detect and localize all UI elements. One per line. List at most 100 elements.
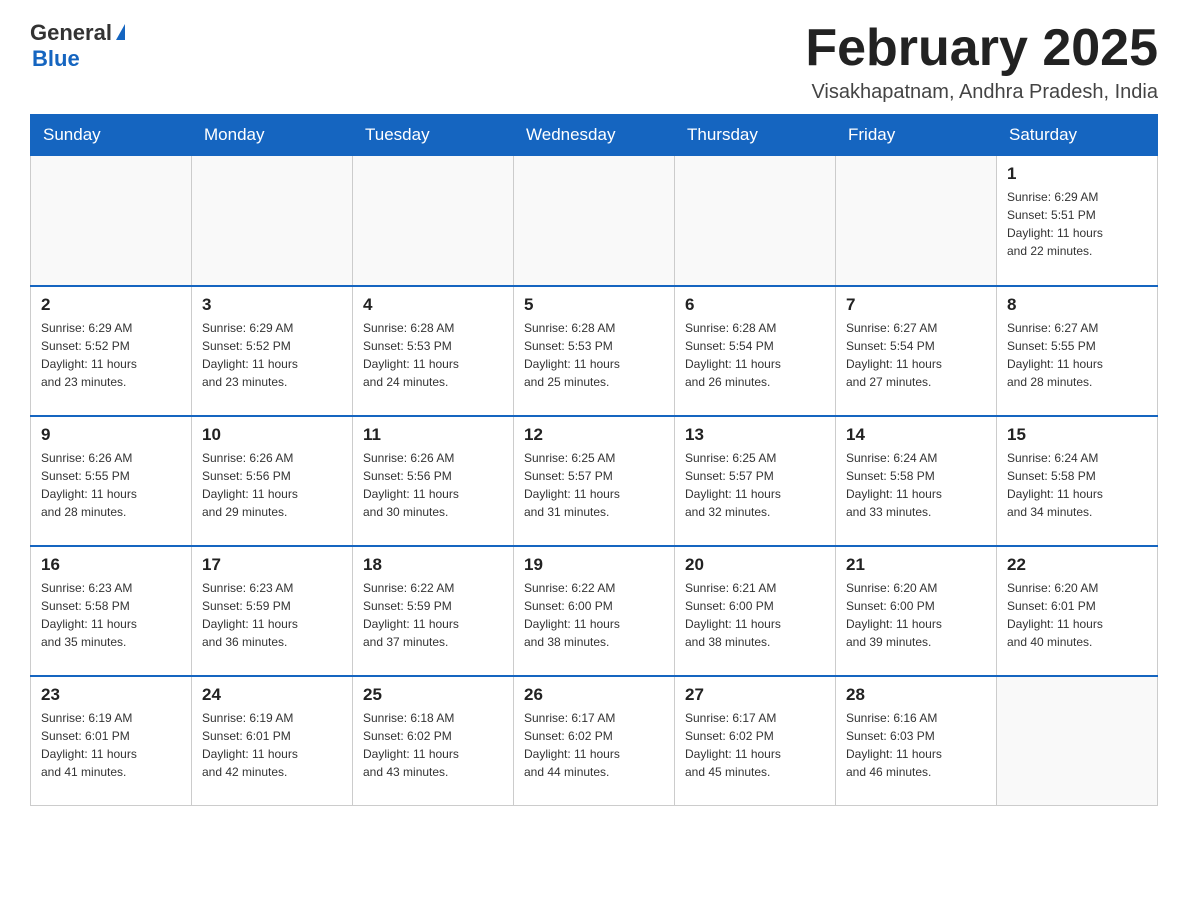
table-row (353, 156, 514, 286)
day-number: 13 (685, 425, 825, 445)
table-row: 26 Sunrise: 6:17 AM Sunset: 6:02 PM Dayli… (514, 676, 675, 806)
header-tuesday: Tuesday (353, 115, 514, 156)
day-number: 14 (846, 425, 986, 445)
table-row (997, 676, 1158, 806)
table-row: 24 Sunrise: 6:19 AM Sunset: 6:01 PM Dayli… (192, 676, 353, 806)
weekday-header-row: Sunday Monday Tuesday Wednesday Thursday… (31, 115, 1158, 156)
calendar-table: Sunday Monday Tuesday Wednesday Thursday… (30, 114, 1158, 806)
table-row: 4 Sunrise: 6:28 AM Sunset: 5:53 PM Daylig… (353, 286, 514, 416)
day-info: Sunrise: 6:29 AM Sunset: 5:51 PM Dayligh… (1007, 188, 1147, 260)
table-row: 6 Sunrise: 6:28 AM Sunset: 5:54 PM Daylig… (675, 286, 836, 416)
day-number: 11 (363, 425, 503, 445)
day-info: Sunrise: 6:25 AM Sunset: 5:57 PM Dayligh… (524, 449, 664, 521)
table-row: 21 Sunrise: 6:20 AM Sunset: 6:00 PM Dayli… (836, 546, 997, 676)
day-info: Sunrise: 6:17 AM Sunset: 6:02 PM Dayligh… (685, 709, 825, 781)
table-row (192, 156, 353, 286)
day-info: Sunrise: 6:22 AM Sunset: 5:59 PM Dayligh… (363, 579, 503, 651)
day-number: 22 (1007, 555, 1147, 575)
day-info: Sunrise: 6:28 AM Sunset: 5:54 PM Dayligh… (685, 319, 825, 391)
table-row: 13 Sunrise: 6:25 AM Sunset: 5:57 PM Dayli… (675, 416, 836, 546)
calendar-week-row: 9 Sunrise: 6:26 AM Sunset: 5:55 PM Daylig… (31, 416, 1158, 546)
location-text: Visakhapatnam, Andhra Pradesh, India (805, 81, 1158, 104)
day-number: 18 (363, 555, 503, 575)
day-number: 2 (41, 295, 181, 315)
table-row: 27 Sunrise: 6:17 AM Sunset: 6:02 PM Dayli… (675, 676, 836, 806)
day-info: Sunrise: 6:19 AM Sunset: 6:01 PM Dayligh… (41, 709, 181, 781)
day-info: Sunrise: 6:26 AM Sunset: 5:56 PM Dayligh… (363, 449, 503, 521)
table-row: 17 Sunrise: 6:23 AM Sunset: 5:59 PM Dayli… (192, 546, 353, 676)
day-number: 16 (41, 555, 181, 575)
calendar-week-row: 23 Sunrise: 6:19 AM Sunset: 6:01 PM Dayli… (31, 676, 1158, 806)
table-row: 10 Sunrise: 6:26 AM Sunset: 5:56 PM Dayli… (192, 416, 353, 546)
header-saturday: Saturday (997, 115, 1158, 156)
day-info: Sunrise: 6:24 AM Sunset: 5:58 PM Dayligh… (1007, 449, 1147, 521)
table-row: 28 Sunrise: 6:16 AM Sunset: 6:03 PM Dayli… (836, 676, 997, 806)
day-info: Sunrise: 6:26 AM Sunset: 5:55 PM Dayligh… (41, 449, 181, 521)
table-row: 19 Sunrise: 6:22 AM Sunset: 6:00 PM Dayli… (514, 546, 675, 676)
table-row: 23 Sunrise: 6:19 AM Sunset: 6:01 PM Dayli… (31, 676, 192, 806)
title-area: February 2025 Visakhapatnam, Andhra Prad… (805, 20, 1158, 104)
table-row: 16Sunrise: 6:23 AM Sunset: 5:58 PM Dayli… (31, 546, 192, 676)
day-number: 1 (1007, 164, 1147, 184)
day-number: 5 (524, 295, 664, 315)
header-monday: Monday (192, 115, 353, 156)
day-info: Sunrise: 6:28 AM Sunset: 5:53 PM Dayligh… (363, 319, 503, 391)
logo-triangle-icon (116, 24, 125, 40)
table-row: 7Sunrise: 6:27 AM Sunset: 5:54 PM Daylig… (836, 286, 997, 416)
day-number: 15 (1007, 425, 1147, 445)
table-row: 11 Sunrise: 6:26 AM Sunset: 5:56 PM Dayli… (353, 416, 514, 546)
day-info: Sunrise: 6:23 AM Sunset: 5:59 PM Dayligh… (202, 579, 342, 651)
day-number: 25 (363, 685, 503, 705)
day-number: 4 (363, 295, 503, 315)
day-number: 21 (846, 555, 986, 575)
day-number: 20 (685, 555, 825, 575)
calendar-week-row: 1 Sunrise: 6:29 AM Sunset: 5:51 PM Daylig… (31, 156, 1158, 286)
day-number: 8 (1007, 295, 1147, 315)
table-row: 18 Sunrise: 6:22 AM Sunset: 5:59 PM Dayli… (353, 546, 514, 676)
table-row: 22 Sunrise: 6:20 AM Sunset: 6:01 PM Dayli… (997, 546, 1158, 676)
logo-blue-text: Blue (32, 46, 80, 71)
header-wednesday: Wednesday (514, 115, 675, 156)
table-row: 5Sunrise: 6:28 AM Sunset: 5:53 PM Daylig… (514, 286, 675, 416)
table-row: 12Sunrise: 6:25 AM Sunset: 5:57 PM Dayli… (514, 416, 675, 546)
day-number: 7 (846, 295, 986, 315)
day-number: 24 (202, 685, 342, 705)
day-number: 27 (685, 685, 825, 705)
table-row: 8 Sunrise: 6:27 AM Sunset: 5:55 PM Daylig… (997, 286, 1158, 416)
month-title: February 2025 (805, 20, 1158, 77)
day-info: Sunrise: 6:29 AM Sunset: 5:52 PM Dayligh… (41, 319, 181, 391)
day-info: Sunrise: 6:16 AM Sunset: 6:03 PM Dayligh… (846, 709, 986, 781)
day-info: Sunrise: 6:20 AM Sunset: 6:00 PM Dayligh… (846, 579, 986, 651)
day-number: 28 (846, 685, 986, 705)
day-number: 26 (524, 685, 664, 705)
table-row: 25 Sunrise: 6:18 AM Sunset: 6:02 PM Dayli… (353, 676, 514, 806)
header-friday: Friday (836, 115, 997, 156)
table-row: 14Sunrise: 6:24 AM Sunset: 5:58 PM Dayli… (836, 416, 997, 546)
day-number: 10 (202, 425, 342, 445)
day-number: 6 (685, 295, 825, 315)
day-info: Sunrise: 6:21 AM Sunset: 6:00 PM Dayligh… (685, 579, 825, 651)
table-row: 2 Sunrise: 6:29 AM Sunset: 5:52 PM Daylig… (31, 286, 192, 416)
logo-general-text: General (30, 20, 112, 46)
day-info: Sunrise: 6:18 AM Sunset: 6:02 PM Dayligh… (363, 709, 503, 781)
day-info: Sunrise: 6:25 AM Sunset: 5:57 PM Dayligh… (685, 449, 825, 521)
day-info: Sunrise: 6:26 AM Sunset: 5:56 PM Dayligh… (202, 449, 342, 521)
day-info: Sunrise: 6:22 AM Sunset: 6:00 PM Dayligh… (524, 579, 664, 651)
table-row: 3 Sunrise: 6:29 AM Sunset: 5:52 PM Daylig… (192, 286, 353, 416)
day-info: Sunrise: 6:20 AM Sunset: 6:01 PM Dayligh… (1007, 579, 1147, 651)
table-row: 20 Sunrise: 6:21 AM Sunset: 6:00 PM Dayli… (675, 546, 836, 676)
day-info: Sunrise: 6:29 AM Sunset: 5:52 PM Dayligh… (202, 319, 342, 391)
table-row (31, 156, 192, 286)
table-row: 1 Sunrise: 6:29 AM Sunset: 5:51 PM Daylig… (997, 156, 1158, 286)
day-info: Sunrise: 6:19 AM Sunset: 6:01 PM Dayligh… (202, 709, 342, 781)
day-info: Sunrise: 6:27 AM Sunset: 5:55 PM Dayligh… (1007, 319, 1147, 391)
day-number: 19 (524, 555, 664, 575)
day-number: 17 (202, 555, 342, 575)
day-number: 3 (202, 295, 342, 315)
logo: General Blue (30, 20, 125, 72)
day-number: 9 (41, 425, 181, 445)
day-number: 23 (41, 685, 181, 705)
table-row (836, 156, 997, 286)
day-info: Sunrise: 6:17 AM Sunset: 6:02 PM Dayligh… (524, 709, 664, 781)
page-header: General Blue February 2025 Visakhapatnam… (30, 20, 1158, 104)
